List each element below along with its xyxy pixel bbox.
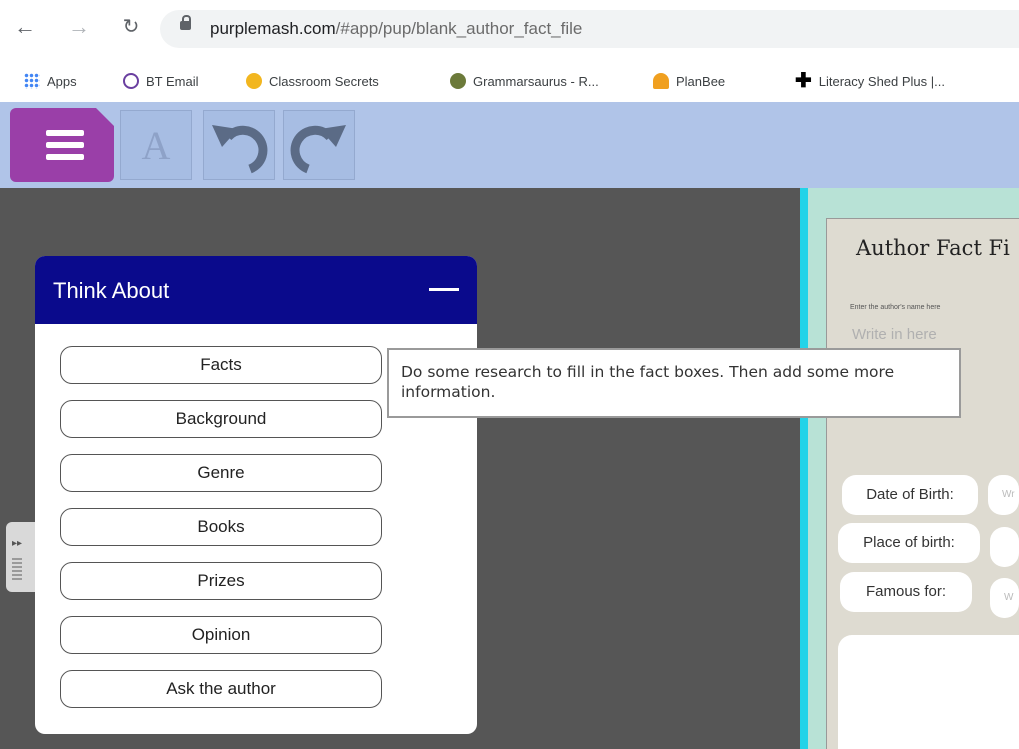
famous-for-input[interactable]: W bbox=[990, 578, 1019, 618]
topic-books-button[interactable]: Books bbox=[60, 508, 382, 546]
url-text[interactable]: purplemash.com/#app/pup/blank_author_fac… bbox=[210, 19, 582, 39]
topic-genre-button[interactable]: Genre bbox=[60, 454, 382, 492]
document-edge bbox=[800, 188, 808, 749]
classroom-secrets-icon bbox=[246, 73, 262, 89]
topic-tooltip: Do some research to fill in the fact box… bbox=[387, 348, 961, 418]
topic-background-button[interactable]: Background bbox=[60, 400, 382, 438]
topic-facts-button[interactable]: Facts bbox=[60, 346, 382, 384]
reload-icon[interactable]: ↻ bbox=[118, 14, 144, 40]
hamburger-icon-bar bbox=[46, 154, 84, 160]
date-of-birth-input[interactable]: Wr bbox=[988, 475, 1019, 515]
undo-icon bbox=[212, 125, 268, 174]
main-menu-button[interactable] bbox=[10, 107, 115, 182]
bookmarks-bar: Apps BT Email Classroom Secrets Grammars… bbox=[0, 58, 1019, 103]
undo-button[interactable] bbox=[203, 110, 275, 180]
bookmark-classroom-secrets[interactable]: Classroom Secrets bbox=[246, 71, 379, 91]
famous-for-label: Famous for: bbox=[840, 572, 972, 612]
font-button[interactable]: A bbox=[120, 110, 192, 180]
bookmark-literacy-shed[interactable]: ✚ Literacy Shed Plus |... bbox=[795, 71, 945, 91]
place-of-birth-input[interactable] bbox=[990, 527, 1019, 567]
apps-grid-icon bbox=[24, 73, 40, 89]
topic-ask-the-author-button[interactable]: Ask the author bbox=[60, 670, 382, 708]
bookmark-apps[interactable]: Apps bbox=[24, 71, 77, 91]
grip-icon bbox=[12, 558, 22, 580]
lock-icon bbox=[180, 15, 191, 30]
url-bar[interactable]: purplemash.com/#app/pup/blank_author_fac… bbox=[160, 10, 1019, 48]
topic-prizes-button[interactable]: Prizes bbox=[60, 562, 382, 600]
side-drawer-handle[interactable]: ▸▸ bbox=[6, 522, 36, 592]
app-toolbar: A bbox=[0, 102, 1019, 188]
place-of-birth-label: Place of birth: bbox=[838, 523, 980, 563]
author-name-input[interactable]: Write in here bbox=[852, 326, 937, 343]
hamburger-icon-bar bbox=[46, 142, 84, 148]
bookmark-bt-email[interactable]: BT Email bbox=[123, 71, 199, 91]
date-of-birth-label: Date of Birth: bbox=[842, 475, 978, 515]
bookmark-grammarsaurus[interactable]: Grammarsaurus - R... bbox=[450, 71, 599, 91]
redo-button[interactable] bbox=[283, 110, 355, 180]
planbee-icon bbox=[653, 73, 669, 89]
redo-icon bbox=[290, 125, 346, 174]
expand-arrows-icon: ▸▸ bbox=[12, 538, 23, 549]
browser-address-bar: ← → ↻ purplemash.com/#app/pup/blank_auth… bbox=[0, 0, 1019, 58]
think-about-panel: Think About Facts Background Genre Books… bbox=[35, 256, 477, 734]
minimize-icon[interactable] bbox=[429, 288, 459, 291]
bt-logo-icon bbox=[123, 73, 139, 89]
topic-opinion-button[interactable]: Opinion bbox=[60, 616, 382, 654]
author-name-hint: Enter the author's name here bbox=[850, 304, 941, 311]
sheet-title: Author Fact Fi bbox=[856, 236, 1010, 260]
more-information-box[interactable] bbox=[838, 635, 1019, 749]
back-arrow-icon[interactable]: ← bbox=[12, 14, 38, 40]
panel-title: Think About bbox=[53, 278, 170, 303]
plus-icon: ✚ bbox=[795, 70, 812, 92]
bookmark-planbee[interactable]: PlanBee bbox=[653, 71, 725, 91]
hamburger-icon bbox=[46, 130, 84, 136]
panel-header: Think About bbox=[35, 256, 477, 324]
forward-arrow-icon[interactable]: → bbox=[66, 14, 92, 40]
grammarsaurus-icon bbox=[450, 73, 466, 89]
